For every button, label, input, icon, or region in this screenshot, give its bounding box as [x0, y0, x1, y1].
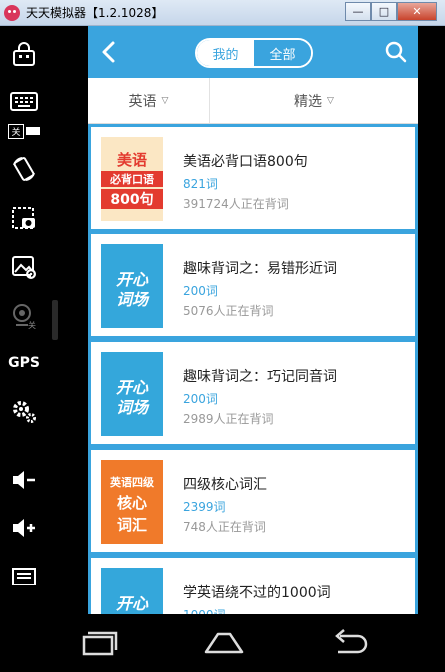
category-filter-label: 精选: [294, 93, 323, 110]
maximize-button[interactable]: □: [371, 2, 397, 21]
cover-text: 800句: [101, 189, 163, 209]
tab-switcher: 我的 全部: [195, 38, 313, 68]
window-title: 天天模拟器【1.2.1028】: [26, 6, 164, 20]
gps-button[interactable]: GPS: [0, 352, 48, 374]
menu-icon[interactable]: [0, 566, 48, 586]
back-arrow-icon[interactable]: [98, 40, 122, 64]
chevron-down-icon: ▽: [327, 95, 334, 106]
word-count: 2399词: [183, 500, 226, 514]
volume-up-icon[interactable]: [0, 514, 48, 542]
cover-text: 英语四级: [110, 476, 154, 489]
camera-badge: 关: [28, 321, 36, 330]
language-filter[interactable]: 英语 ▽: [88, 78, 210, 123]
book-card[interactable]: 开心 词场 学英语绕不过的1000词 1000词: [91, 558, 415, 614]
cover-text: 必背口语: [101, 171, 163, 187]
sidebar-collapse-handle[interactable]: [52, 300, 58, 340]
volume-down-icon[interactable]: [0, 466, 48, 494]
book-card[interactable]: 美语 必背口语 800句 美语必背口语800句 821词 391724人正在背词: [91, 127, 415, 229]
window-controls: — □ ✕: [345, 2, 437, 21]
word-count: 200词: [183, 284, 218, 298]
image-icon[interactable]: [0, 252, 48, 282]
keyboard-toggle[interactable]: 关: [0, 123, 48, 139]
learner-count: 748人正在背词: [183, 520, 266, 534]
android-nav-bar: [0, 614, 445, 672]
book-cover: 开心 词场: [101, 352, 163, 436]
cover-text: 词汇: [116, 516, 147, 534]
book-cover: 开心 词场: [101, 568, 163, 614]
learner-count: 391724人正在背词: [183, 197, 289, 211]
cover-text: 美语: [116, 151, 147, 169]
book-title: 趣味背词之：巧记同音词: [183, 369, 337, 385]
window-title-bar: 天天模拟器【1.2.1028】 — □ ✕: [0, 0, 445, 26]
back-nav-icon[interactable]: [328, 628, 372, 658]
book-title: 四级核心词汇: [183, 477, 267, 493]
settings-gear-icon[interactable]: [0, 396, 48, 426]
home-icon[interactable]: [202, 628, 246, 658]
book-cover: 开心 词场: [101, 244, 163, 328]
book-cover: 美语 必背口语 800句: [101, 137, 163, 221]
app-header: 我的 全部: [88, 26, 418, 78]
book-cover: 英语四级 核心 词汇: [101, 460, 163, 544]
word-count: 1000词: [183, 606, 226, 614]
toggle-switch-icon: [25, 127, 40, 135]
word-count: 200词: [183, 392, 218, 406]
close-button[interactable]: ✕: [397, 2, 437, 21]
word-count: 821词: [183, 177, 218, 191]
app-logo-icon: [4, 4, 20, 21]
book-title: 美语必背口语800句: [183, 154, 308, 170]
cover-text: 词场: [115, 398, 148, 417]
tab-all[interactable]: 全部: [254, 40, 311, 66]
keyboard-badge: 关: [8, 123, 24, 139]
emulator-toolbar: 关 关 GPS: [0, 26, 48, 614]
category-filter[interactable]: 精选 ▽: [210, 78, 418, 123]
cover-text: 核心: [116, 494, 147, 512]
minimize-button[interactable]: —: [345, 2, 371, 21]
learner-count: 5076人正在背词: [183, 304, 274, 318]
book-title: 学英语绕不过的1000词: [183, 585, 331, 601]
book-card[interactable]: 英语四级 核心 词汇 四级核心词汇 2399词 748人正在背词: [91, 450, 415, 552]
language-filter-label: 英语: [128, 93, 157, 110]
book-title: 趣味背词之：易错形近词: [183, 261, 337, 277]
app-store-icon[interactable]: [0, 40, 48, 70]
book-card[interactable]: 开心 词场 趣味背词之：易错形近词 200词 5076人正在背词: [91, 234, 415, 336]
camera-icon[interactable]: 关: [0, 300, 48, 332]
chevron-down-icon: ▽: [161, 95, 169, 106]
cover-text: 词场: [115, 290, 148, 309]
screenshot-icon[interactable]: [0, 204, 48, 234]
learner-count: 2989人正在背词: [183, 412, 274, 426]
keyboard-icon[interactable]: [0, 88, 48, 114]
tab-mine[interactable]: 我的: [197, 40, 254, 66]
recent-apps-icon[interactable]: [78, 628, 122, 658]
app-screen: 我的 全部 英语 ▽ 精选 ▽ 美语 必背口语 800句 美语必背口语800句 …: [88, 26, 418, 614]
filter-bar: 英语 ▽ 精选 ▽: [88, 78, 418, 124]
rotate-icon[interactable]: [0, 154, 48, 184]
search-icon[interactable]: [384, 40, 408, 64]
book-card[interactable]: 开心 词场 趣味背词之：巧记同音词 200词 2989人正在背词: [91, 342, 415, 444]
